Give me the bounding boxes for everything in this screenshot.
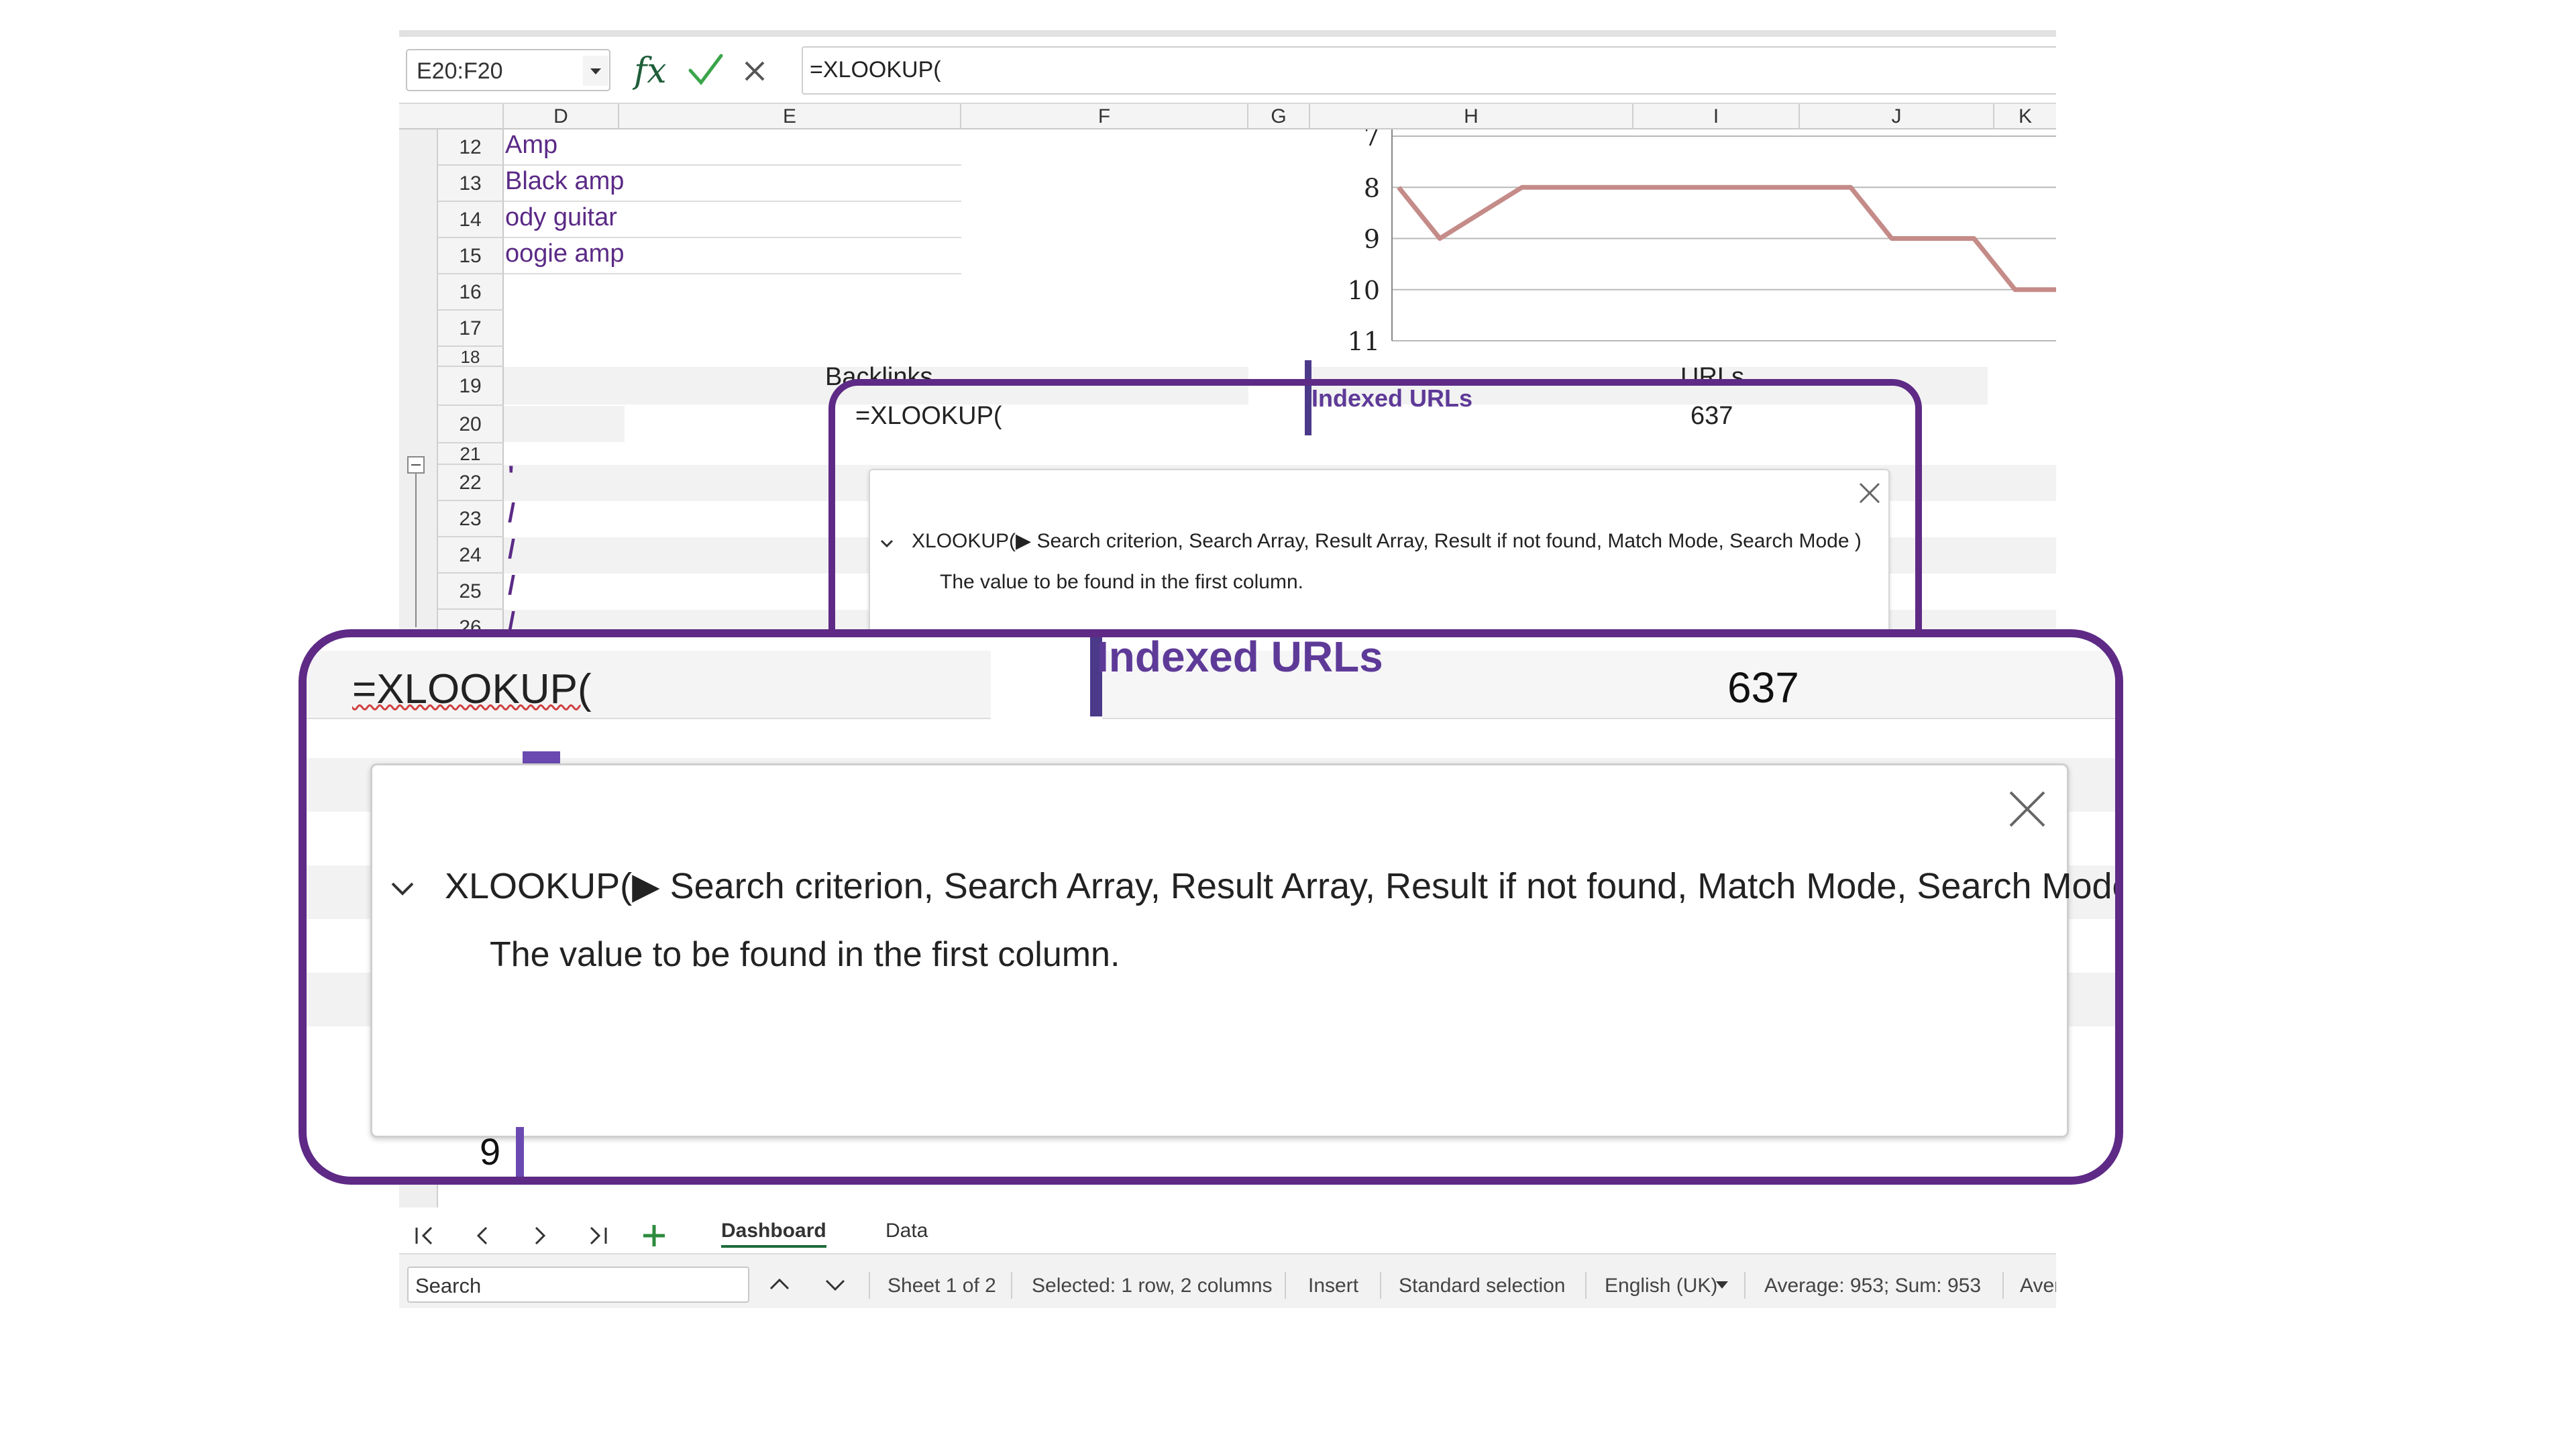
formula-text: =XLOOKUP( xyxy=(810,57,941,83)
zoomed-function-tooltip: XLOOKUP(▶ Search criterion, Search Array… xyxy=(370,763,2115,1138)
zoomed-indexed-urls: Indexed URLs xyxy=(1097,633,1383,681)
grid-line xyxy=(504,201,961,202)
grid-line xyxy=(1102,718,2115,719)
row-header[interactable]: 19 xyxy=(438,367,504,406)
status-bar: Search Sheet 1 of 2 Selected: 1 row, 2 c… xyxy=(399,1253,2056,1308)
cell-d13[interactable]: Black amp xyxy=(505,167,624,196)
cell-d15[interactable]: oogie amp xyxy=(505,239,624,268)
row-header[interactable]: 24 xyxy=(438,537,504,574)
previous-sheet-icon[interactable] xyxy=(466,1220,498,1252)
tab-dashboard[interactable]: Dashboard xyxy=(721,1220,826,1248)
column-header-k[interactable]: K xyxy=(1994,104,2056,129)
grid-line xyxy=(504,164,961,166)
zoomed-cell-formula[interactable]: =XLOOKUP( xyxy=(352,665,592,713)
selection-mode[interactable]: Standard selection xyxy=(1399,1275,1566,1297)
row-band-20 xyxy=(504,406,625,442)
search-input-text: Search xyxy=(415,1274,482,1297)
column-header-f[interactable]: F xyxy=(961,104,1248,129)
collapse-group-button[interactable] xyxy=(407,456,425,474)
accept-check-icon[interactable] xyxy=(686,50,725,89)
column-header-row: D E F G H I J K xyxy=(399,103,2056,129)
zoomed-function-signature: XLOOKUP(▶ Search criterion, Search Array… xyxy=(445,866,2123,906)
separator xyxy=(1744,1272,1746,1299)
magnified-callout: =XLOOKUP( Indexed URLs 637 XLOOKUP(▶ Sea… xyxy=(299,629,2123,1185)
embedded-line-chart[interactable]: 7 8 9 10 11 xyxy=(1305,129,2056,351)
cell-d24[interactable]: / xyxy=(508,535,515,565)
grid-line xyxy=(504,273,961,274)
separator xyxy=(1011,1272,1012,1299)
sheet-indicator[interactable]: Sheet 1 of 2 xyxy=(888,1275,996,1297)
name-box-value: E20:F20 xyxy=(417,58,503,84)
next-sheet-icon[interactable] xyxy=(524,1220,556,1252)
separator xyxy=(1380,1272,1381,1299)
cell-d23[interactable]: / xyxy=(508,498,515,529)
separator xyxy=(1585,1272,1587,1299)
last-sheet-icon[interactable] xyxy=(582,1220,614,1252)
dropdown-arrow-icon[interactable] xyxy=(1714,1279,1730,1292)
zoomed-selection-bar xyxy=(516,1127,524,1177)
separator xyxy=(2002,1272,2004,1299)
y-tick-label: 7 xyxy=(1364,129,1380,152)
separator xyxy=(869,1272,870,1299)
selection-summary[interactable]: Average: 953; Sum: 953 xyxy=(1764,1275,1981,1297)
chart-svg: 7 8 9 10 11 xyxy=(1348,129,2056,351)
row-header[interactable]: 14 xyxy=(438,202,504,238)
statistics-overflow[interactable]: Aver xyxy=(2020,1275,2056,1297)
zoomed-function-description: The value to be found in the first colum… xyxy=(490,935,1120,974)
cell-d25[interactable]: / xyxy=(508,571,515,601)
row-header[interactable]: 15 xyxy=(438,238,504,274)
column-header-j[interactable]: J xyxy=(1800,104,1994,129)
row-header[interactable]: 25 xyxy=(438,574,504,610)
cell-d14[interactable]: ody guitar xyxy=(505,203,617,232)
column-header-h[interactable]: H xyxy=(1310,104,1633,129)
cell-d12[interactable]: Amp xyxy=(505,131,557,160)
y-tick-label: 9 xyxy=(1364,225,1380,254)
column-header-g[interactable]: G xyxy=(1248,104,1310,129)
row-header[interactable]: 22 xyxy=(438,465,504,501)
magnified-content: =XLOOKUP( Indexed URLs 637 XLOOKUP(▶ Sea… xyxy=(307,637,2115,1177)
first-sheet-icon[interactable] xyxy=(409,1220,441,1252)
outline-group-line xyxy=(415,473,417,627)
selection-info[interactable]: Selected: 1 row, 2 columns xyxy=(1032,1275,1273,1297)
row-header[interactable]: 13 xyxy=(438,166,504,202)
insert-mode[interactable]: Insert xyxy=(1308,1275,1358,1297)
find-next-icon[interactable] xyxy=(818,1268,852,1301)
chevron-down-icon[interactable] xyxy=(387,873,418,904)
grid-line xyxy=(504,237,961,238)
column-header-i[interactable]: I xyxy=(1633,104,1800,129)
separator xyxy=(1285,1272,1286,1299)
column-header-e[interactable]: E xyxy=(619,104,961,129)
zoomed-row-number: 9 xyxy=(480,1130,501,1173)
row-header[interactable]: 21 xyxy=(438,443,504,465)
cancel-x-icon[interactable] xyxy=(738,54,771,88)
row-header[interactable]: 23 xyxy=(438,501,504,537)
add-sheet-icon[interactable] xyxy=(638,1220,670,1252)
row-header[interactable]: 12 xyxy=(438,129,504,166)
svg-text:fx: fx xyxy=(633,51,667,91)
zoomed-formula-text: =XLOOKUP( xyxy=(352,666,592,712)
cell-d22[interactable]: ' xyxy=(508,461,515,491)
tab-data[interactable]: Data xyxy=(885,1220,928,1242)
close-icon[interactable] xyxy=(2004,786,2051,833)
zoomed-value: 637 xyxy=(1727,663,1799,712)
find-previous-icon[interactable] xyxy=(763,1268,796,1301)
column-header-d[interactable]: D xyxy=(504,104,619,129)
row-header[interactable]: 20 xyxy=(438,406,504,443)
find-search-input[interactable]: Search xyxy=(407,1267,749,1303)
grid-line xyxy=(307,718,991,719)
row-header[interactable]: 18 xyxy=(438,347,504,367)
corner-cell[interactable] xyxy=(438,104,504,129)
row-header[interactable]: 16 xyxy=(438,274,504,311)
toolbar-rule xyxy=(399,30,2056,37)
y-tick-label: 11 xyxy=(1348,327,1380,351)
name-box[interactable]: E20:F20 xyxy=(406,49,610,91)
y-tick-label: 8 xyxy=(1364,173,1380,203)
y-tick-label: 10 xyxy=(1348,276,1380,305)
formula-input[interactable]: =XLOOKUP( xyxy=(802,46,2056,95)
row-header[interactable]: 17 xyxy=(438,311,504,347)
chevron-down-icon[interactable] xyxy=(583,56,608,86)
function-wizard-icon[interactable]: fx xyxy=(633,48,674,92)
language-selector[interactable]: English (UK) xyxy=(1605,1275,1717,1297)
